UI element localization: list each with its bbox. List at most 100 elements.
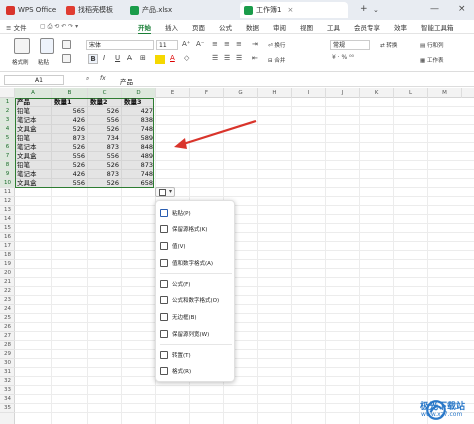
table-cell[interactable]: 526 — [89, 179, 119, 188]
table-cell[interactable]: 526 — [55, 143, 85, 152]
close-window-button[interactable]: × — [458, 4, 466, 14]
tab-product-xlsx[interactable]: 产品.xlsx — [126, 2, 176, 18]
paste-option-values-number-format[interactable]: 值和数字格式(A) — [160, 256, 232, 270]
paste-option-formatting[interactable]: 格式(R) — [160, 364, 232, 378]
table-cell[interactable]: 556 — [55, 179, 85, 188]
row-header-25[interactable]: 25 — [0, 314, 15, 323]
row-header-9[interactable]: 9 — [0, 170, 15, 179]
table-cell[interactable]: 556 — [89, 116, 119, 125]
table-cell[interactable]: 873 — [89, 143, 119, 152]
copy-icon[interactable] — [62, 54, 71, 63]
rows-cols-button[interactable]: ▤ 行和列 — [420, 41, 443, 49]
column-header-d[interactable]: D — [122, 88, 156, 98]
quick-access-toolbar[interactable]: ▢ ⎙ ⟲ ↶ ↷ ▾ — [40, 23, 90, 31]
column-header-g[interactable]: G — [224, 88, 258, 98]
menu-efficiency[interactable]: 效率 — [394, 22, 407, 32]
table-cell[interactable]: 文具盒 — [17, 152, 37, 161]
column-header-j[interactable]: J — [326, 88, 360, 98]
row-header-33[interactable]: 33 — [0, 386, 15, 395]
row-header-19[interactable]: 19 — [0, 260, 15, 269]
row-header-35[interactable]: 35 — [0, 404, 15, 413]
row-header-13[interactable]: 13 — [0, 206, 15, 215]
table-cell[interactable]: 658 — [123, 179, 153, 188]
new-tab-button[interactable]: + — [360, 4, 368, 14]
paste-option-paste[interactable]: 粘贴(P) — [160, 206, 232, 220]
zoom-icon[interactable]: ⌕ — [86, 75, 89, 83]
row-header-31[interactable]: 31 — [0, 368, 15, 377]
column-header-i[interactable]: I — [292, 88, 326, 98]
column-header-e[interactable]: E — [156, 88, 190, 98]
clear-format-icon[interactable]: ◇ — [184, 54, 189, 62]
menu-data[interactable]: 数据 — [246, 22, 259, 32]
tab-workbook1[interactable]: 工作簿1 × — [240, 2, 348, 18]
row-header-26[interactable]: 26 — [0, 323, 15, 332]
font-name-select[interactable]: 宋体 — [86, 40, 154, 50]
minimize-button[interactable]: — — [430, 4, 439, 14]
align-right-icon[interactable]: ☰ — [236, 54, 242, 62]
wrap-button[interactable]: ⏎ 换行 — [268, 41, 285, 49]
bold-button[interactable]: B — [88, 54, 98, 64]
tab-docer[interactable]: 找稻壳模板 — [62, 2, 117, 18]
close-tab-icon[interactable]: × — [287, 6, 293, 14]
table-cell[interactable]: 文具盒 — [17, 125, 37, 134]
row-header-28[interactable]: 28 — [0, 341, 15, 350]
menu-smart-toolbox[interactable]: 智能工具箱 — [421, 22, 454, 32]
table-cell[interactable]: 铅笔 — [17, 107, 30, 116]
border-icon[interactable]: ⊞ — [140, 54, 146, 62]
table-cell[interactable]: 556 — [55, 152, 85, 161]
outdent-icon[interactable]: ⇤ — [252, 54, 258, 62]
column-header-b[interactable]: B — [52, 88, 88, 98]
row-header-21[interactable]: 21 — [0, 278, 15, 287]
column-header-c[interactable]: C — [88, 88, 122, 98]
font-size-select[interactable]: 11 — [156, 40, 178, 50]
table-cell[interactable]: 铅笔 — [17, 134, 30, 143]
paste-option-keep-column-width[interactable]: 保留源列宽(W) — [160, 327, 232, 341]
paste-option-formulas-number-format[interactable]: 公式和数字格式(O) — [160, 293, 232, 307]
table-cell[interactable]: 文具盒 — [17, 179, 37, 188]
row-header-4[interactable]: 4 — [0, 125, 15, 134]
cut-icon[interactable] — [62, 40, 71, 49]
table-cell[interactable]: 526 — [89, 161, 119, 170]
row-header-29[interactable]: 29 — [0, 350, 15, 359]
table-cell[interactable]: 556 — [89, 152, 119, 161]
row-header-3[interactable]: 3 — [0, 116, 15, 125]
indent-icon[interactable]: ⇥ — [252, 40, 258, 48]
number-format-select[interactable]: 常规 — [330, 40, 370, 50]
row-header-8[interactable]: 8 — [0, 161, 15, 170]
merge-button[interactable]: ⊟ 合并 — [268, 56, 285, 64]
paste-option-formulas[interactable]: 公式(F) — [160, 277, 232, 291]
file-menu[interactable]: ≡ 文件 — [6, 22, 27, 32]
font-grow-icon[interactable]: A⁺ — [182, 40, 190, 48]
row-header-23[interactable]: 23 — [0, 296, 15, 305]
row-header-7[interactable]: 7 — [0, 152, 15, 161]
table-cell[interactable]: 565 — [55, 107, 85, 116]
table-cell[interactable]: 526 — [55, 161, 85, 170]
chevron-down-icon[interactable]: ⌄ — [373, 6, 379, 14]
fx-button[interactable]: fx — [100, 75, 106, 82]
fill-color-icon[interactable] — [155, 55, 165, 64]
row-header-22[interactable]: 22 — [0, 287, 15, 296]
table-cell[interactable]: 426 — [55, 116, 85, 125]
name-box[interactable]: A1 — [4, 75, 64, 85]
column-header-a[interactable]: A — [15, 88, 52, 98]
paste-option-no-borders[interactable]: 无边框(B) — [160, 310, 232, 324]
table-cell[interactable]: 426 — [55, 170, 85, 179]
table-cell[interactable]: 笔记本 — [17, 116, 37, 125]
table-cell[interactable]: 526 — [89, 107, 119, 116]
worksheet-button[interactable]: ▦ 工作表 — [420, 56, 443, 64]
table-cell[interactable]: 526 — [89, 125, 119, 134]
underline-button[interactable]: U — [115, 54, 120, 62]
row-header-10[interactable]: 10 — [0, 179, 15, 188]
row-header-17[interactable]: 17 — [0, 242, 15, 251]
align-top-icon[interactable]: ≡ — [212, 40, 218, 48]
table-cell[interactable]: 427 — [123, 107, 153, 116]
row-header-12[interactable]: 12 — [0, 197, 15, 206]
table-cell[interactable]: 748 — [123, 170, 153, 179]
column-header-h[interactable]: H — [258, 88, 292, 98]
table-cell[interactable]: 笔记本 — [17, 170, 37, 179]
row-header-18[interactable]: 18 — [0, 251, 15, 260]
column-header-m[interactable]: M — [428, 88, 462, 98]
font-shrink-icon[interactable]: A⁻ — [196, 40, 204, 48]
menu-page[interactable]: 页面 — [192, 22, 205, 32]
paste-option-keep-source[interactable]: 保留源格式(K) — [160, 222, 232, 236]
